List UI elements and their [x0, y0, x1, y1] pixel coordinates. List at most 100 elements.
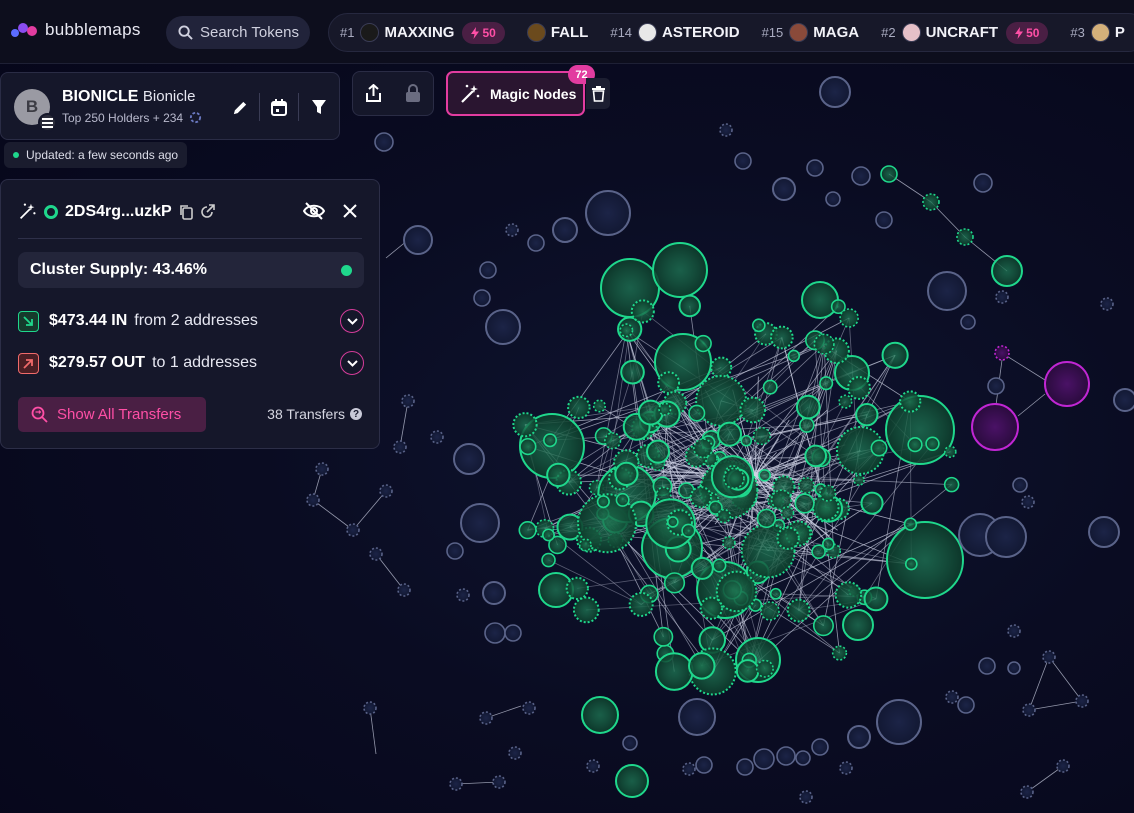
holder-bubble[interactable] [978, 657, 996, 675]
holder-bubble[interactable] [960, 314, 976, 330]
holder-bubble[interactable] [315, 462, 329, 476]
holder-bubble[interactable] [799, 790, 813, 804]
holder-bubble[interactable] [541, 552, 556, 568]
holder-bubble[interactable] [604, 432, 622, 450]
holder-bubble[interactable] [630, 299, 655, 324]
trending-token[interactable]: #1 MAXXING 50 [340, 21, 505, 44]
holder-bubble[interactable] [637, 399, 664, 426]
edit-button[interactable] [221, 93, 260, 121]
holder-bubble[interactable] [776, 746, 796, 766]
holder-bubble[interactable] [543, 433, 558, 448]
holder-bubble[interactable] [755, 659, 774, 678]
holder-bubble[interactable] [401, 394, 415, 408]
holder-bubble[interactable] [756, 508, 777, 529]
holder-bubble[interactable] [581, 696, 619, 734]
holder-bubble[interactable] [586, 759, 600, 773]
holder-bubble[interactable] [853, 474, 865, 486]
holder-bubble[interactable] [619, 323, 634, 338]
holder-bubble[interactable] [821, 537, 835, 551]
holder-bubble[interactable] [899, 390, 922, 413]
magic-node-bubble[interactable] [1044, 361, 1090, 407]
holder-bubble[interactable] [806, 159, 824, 177]
holder-bubble[interactable] [658, 402, 672, 416]
holder-bubble[interactable] [780, 506, 795, 520]
holder-bubble[interactable] [518, 521, 537, 540]
holder-bubble[interactable] [945, 690, 959, 704]
holder-bubble[interactable] [995, 290, 1009, 304]
holder-bubble[interactable] [567, 395, 591, 420]
holder-bubble[interactable] [695, 756, 713, 774]
holder-bubble[interactable] [812, 615, 834, 637]
holder-bubble[interactable] [628, 591, 654, 617]
holder-bubble[interactable] [527, 234, 545, 252]
holder-bubble[interactable] [1007, 661, 1021, 675]
filter-button[interactable] [299, 93, 338, 121]
holder-bubble[interactable] [1113, 388, 1134, 412]
expand-outflow-button[interactable] [340, 351, 364, 375]
holder-bubble[interactable] [834, 581, 863, 609]
close-icon[interactable] [343, 204, 357, 218]
holder-bubble[interactable] [614, 461, 639, 487]
holder-bubble[interactable] [663, 572, 686, 594]
holder-bubble[interactable] [615, 764, 649, 798]
holder-bubble[interactable] [715, 570, 758, 613]
holder-bubble[interactable] [751, 318, 766, 333]
holder-bubble[interactable] [346, 523, 360, 537]
trending-token[interactable]: #2 UNCRAFT 50 [881, 21, 1049, 44]
holder-bubble[interactable] [987, 377, 1005, 395]
holder-bubble[interactable] [622, 735, 638, 751]
holder-bubble[interactable] [925, 436, 940, 451]
magic-node-bubble[interactable] [971, 403, 1019, 451]
holder-bubble[interactable] [739, 396, 767, 424]
app-logo[interactable]: bubblemaps [11, 20, 141, 40]
holder-bubble[interactable] [886, 521, 964, 599]
holder-bubble[interactable] [855, 403, 879, 427]
holder-bubble[interactable] [678, 698, 716, 736]
holder-bubble[interactable] [819, 76, 851, 108]
holder-bubble[interactable] [847, 725, 871, 749]
holder-bubble[interactable] [1007, 624, 1021, 638]
holder-bubble[interactable] [682, 762, 696, 776]
holder-bubble[interactable] [880, 165, 898, 183]
holder-bubble[interactable] [485, 309, 521, 345]
holder-bubble[interactable] [922, 193, 940, 211]
holder-bubble[interactable] [363, 701, 377, 715]
holder-bubble[interactable] [620, 359, 645, 385]
holder-bubble[interactable] [956, 228, 974, 246]
holder-bubble[interactable] [694, 334, 712, 353]
holder-bubble[interactable] [851, 166, 871, 186]
expand-inflow-button[interactable] [340, 309, 364, 333]
holder-bubble[interactable] [903, 517, 918, 531]
holder-bubble[interactable] [838, 394, 853, 409]
holder-bubble[interactable] [927, 271, 967, 311]
trending-token[interactable]: #15 MAGA [762, 23, 859, 42]
holder-bubble[interactable] [769, 587, 782, 600]
holder-bubble[interactable] [374, 132, 394, 152]
holder-bubble[interactable] [723, 467, 745, 490]
holder-bubble[interactable] [735, 659, 760, 683]
holder-bubble[interactable] [753, 748, 775, 770]
holder-bubble[interactable] [492, 775, 506, 789]
holder-bubble[interactable] [839, 308, 859, 328]
holder-bubble[interactable] [991, 255, 1023, 287]
external-link-icon[interactable] [200, 204, 215, 219]
holder-bubble[interactable] [578, 538, 592, 552]
holder-bubble[interactable] [393, 440, 407, 454]
holder-bubble[interactable] [1022, 703, 1036, 717]
holder-bubble[interactable] [819, 376, 834, 391]
holder-bubble[interactable] [811, 738, 829, 756]
holder-bubble[interactable] [505, 223, 519, 237]
holder-bubble[interactable] [473, 289, 491, 307]
holder-bubble[interactable] [615, 492, 630, 507]
holder-bubble[interactable] [1012, 477, 1028, 493]
holder-bubble[interactable] [512, 412, 538, 438]
holder-bubble[interactable] [795, 394, 821, 420]
holder-bubble[interactable] [943, 476, 960, 493]
copy-icon[interactable] [179, 204, 193, 220]
holder-bubble[interactable] [776, 526, 800, 550]
holder-bubble[interactable] [552, 217, 578, 243]
bubblemap-canvas[interactable]: bubblemaps Search Tokens #1 MAXXING 50 FALL… [0, 0, 1134, 813]
holder-bubble[interactable] [546, 462, 571, 488]
holder-bubble[interactable] [654, 652, 694, 691]
holder-bubble[interactable] [740, 434, 753, 447]
